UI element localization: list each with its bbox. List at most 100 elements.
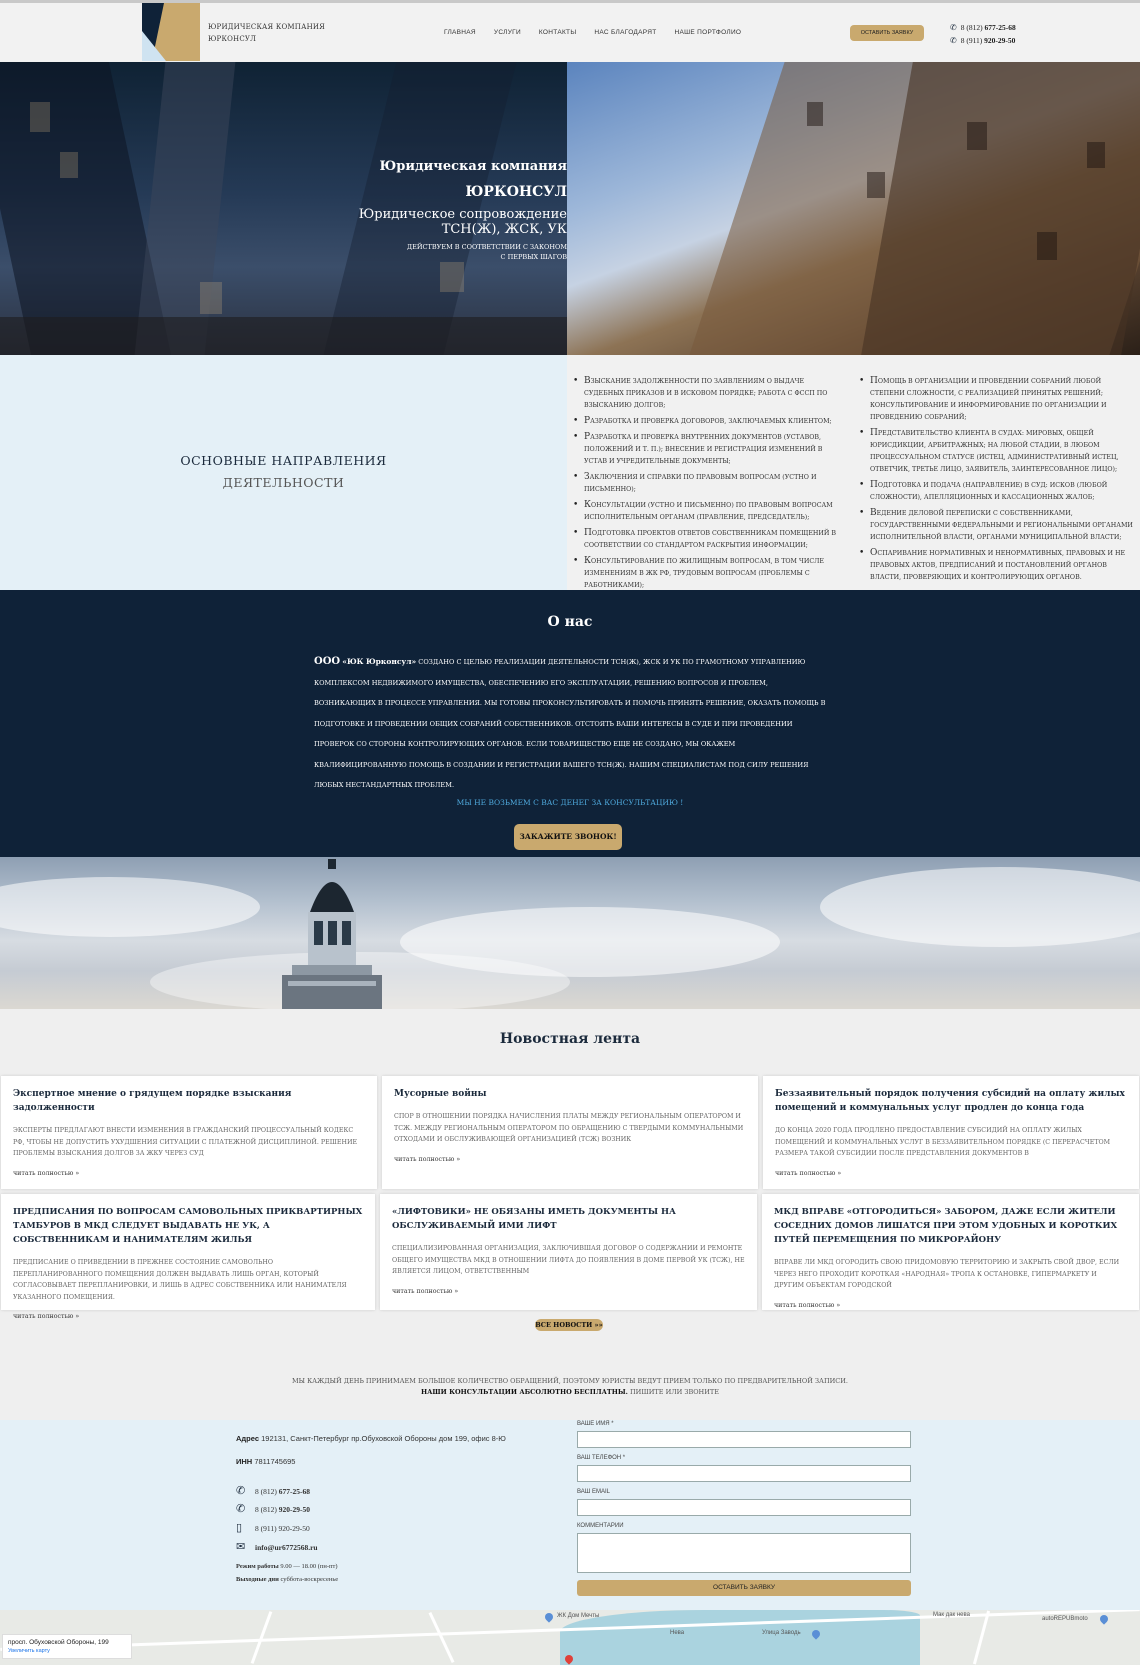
read-more-link[interactable]: читать полностью » [392, 1288, 745, 1295]
nav-home[interactable]: ГЛАВНАЯ [444, 29, 476, 36]
hero-banner: Юридическая компания ЮРКОНСУЛ Юридическо… [0, 62, 1140, 355]
news-card-title[interactable]: Экспертное мнение о грядущем порядке взы… [13, 1087, 365, 1115]
notice-line2: Наши консультации абсолютно бесплатны. П… [0, 1388, 1140, 1396]
map-label: ЖК Дом Мечты [557, 1613, 600, 1619]
email-field[interactable] [577, 1499, 911, 1516]
news-card-text: Предписание о приведении в прежнее состо… [13, 1259, 347, 1301]
list-item: Консультации (устно и письменно) по прав… [571, 499, 843, 524]
list-item: Консультирование по жилищным вопросам, в… [571, 555, 843, 592]
nav-portfolio[interactable]: НАШЕ ПОРТФОЛИО [675, 29, 742, 36]
news-card[interactable]: МКД вправе «отгородиться» забором, даже … [762, 1194, 1139, 1310]
nav-thanks[interactable]: НАС БЛАГОДАРЯТ [594, 29, 656, 36]
contact-phone-2[interactable]: ✆ 8 (812) 920-29-50 [236, 1502, 310, 1515]
inn-label: ИНН [236, 1457, 253, 1466]
contact-mobile[interactable]: ▯ 8 (911) 920-29-50 [236, 1521, 310, 1534]
comment-textarea[interactable] [577, 1533, 911, 1573]
logo-text-line2: ЮРКОНСУЛ [208, 35, 257, 43]
map-address: просп. Обуховской Обороны, 199 [8, 1639, 109, 1646]
directions-title-line2: ДЕЯТЕЛЬНОСТИ [222, 475, 345, 490]
hours-label: Режим работы [236, 1563, 279, 1570]
notice-line1: Мы каждый день принимаем большое количес… [291, 1377, 848, 1385]
enlarge-map-link[interactable]: Увеличить карту [8, 1648, 126, 1654]
phone-label: Ваш телефон * [577, 1455, 626, 1461]
map-pin-icon[interactable] [543, 1611, 555, 1623]
hours-value: 9.00 — 18.00 (пн-пт) [278, 1563, 338, 1570]
news-card-title[interactable]: Беззаявительный порядок получения субсид… [775, 1087, 1127, 1115]
about-body: создано с целью реализации деятельности … [314, 658, 826, 789]
submit-request-button[interactable]: оставить заявку [577, 1580, 911, 1596]
hero-subtitle: Юридическое сопровождение ТСН(Ж), ЖСК, У… [267, 207, 567, 237]
contact-phone-1-prefix: 8 (812) [255, 1487, 279, 1496]
road [972, 1610, 991, 1665]
list-item: Подготовка и подача (направление) в суд:… [857, 479, 1135, 504]
phone-field[interactable] [577, 1465, 911, 1482]
about-title: О нас [547, 614, 593, 630]
map-widget[interactable]: ЖК Дом Мечты Нева Улица Заводь Мак дак н… [0, 1610, 1140, 1665]
news-card-title[interactable]: МКД вправе «отгородиться» забором, даже … [774, 1205, 1127, 1247]
news-card[interactable]: Экспертное мнение о грядущем порядке взы… [1, 1076, 377, 1189]
name-label: Ваше имя * [577, 1421, 614, 1427]
mobile-phone-icon: ▯ [236, 1522, 243, 1534]
header-phone-1-prefix: 8 (812) [960, 23, 985, 32]
news-card-title[interactable]: «Лифтовики» не обязаны иметь документы н… [392, 1205, 745, 1233]
directions-title-line1: ОСНОВНЫЕ НАПРАВЛЕНИЯ [180, 453, 387, 468]
free-consultation-note: Мы не возьмем с вас денег за консультаци… [456, 798, 684, 807]
header-phone-1[interactable]: ✆ 8 (812) 677-25-68 [950, 21, 1016, 34]
map-label: autoREPUBmoto [1042, 1616, 1088, 1622]
name-field[interactable] [577, 1431, 911, 1448]
hero-subtitle-line2: ТСН(Ж), ЖСК, УК [441, 222, 567, 237]
news-card-text: Эксперты предлагают внести изменения в Г… [13, 1127, 358, 1157]
hero-title-line2: ЮРКОНСУЛ [465, 184, 567, 200]
header-request-button[interactable]: ОСТАВИТЬ ЗАЯВКУ [850, 25, 924, 41]
contact-phone-1[interactable]: ✆ 8 (812) 677-25-68 [236, 1484, 310, 1497]
header-phone-2-number: 920-29-50 [984, 36, 1016, 45]
address-label: Адрес [236, 1434, 260, 1443]
read-more-link[interactable]: читать полностью » [774, 1302, 1127, 1309]
contact-phone-1-number: 677-25-68 [278, 1487, 310, 1496]
list-item: Ведение деловой переписки с собственника… [857, 507, 1135, 544]
header-phone-2[interactable]: ✆ 8 (911) 920-29-50 [950, 34, 1016, 47]
email-label: Ваш email [577, 1489, 610, 1495]
list-item: Подготовка проектов ответов собственника… [571, 527, 843, 552]
news-card[interactable]: Беззаявительный порядок получения субсид… [763, 1076, 1139, 1189]
read-more-link[interactable]: читать полностью » [394, 1156, 746, 1163]
days-off: Выходные дни суббота-воскресенье [236, 1576, 338, 1583]
news-card-title[interactable]: Мусорные войны [394, 1087, 746, 1101]
road [428, 1611, 455, 1664]
inn-value: 7811745695 [252, 1457, 296, 1466]
read-more-link[interactable]: читать полностью » [13, 1170, 365, 1177]
header-phones: ✆ 8 (812) 677-25-68 ✆ 8 (911) 920-29-50 [950, 21, 1016, 47]
news-card[interactable]: «Лифтовики» не обязаны иметь документы н… [380, 1194, 757, 1310]
days-off-label: Выходные дни [236, 1576, 279, 1583]
list-item: Разработка и проверка внутренних докумен… [571, 431, 843, 468]
contact-email[interactable]: ✉ info@ur6772568.ru [236, 1540, 318, 1553]
header-phone-1-number: 677-25-68 [984, 23, 1016, 32]
nav-contacts[interactable]: КОНТАКТЫ [539, 29, 576, 36]
all-news-button[interactable]: все новости »» [535, 1319, 603, 1331]
days-off-value: суббота-воскресенье [278, 1576, 339, 1583]
news-card[interactable]: Предписания по вопросам самовольных прик… [1, 1194, 375, 1320]
logo-icon[interactable] [142, 3, 200, 61]
hero-tagline: действуем в соответствии с законом с пер… [407, 242, 567, 262]
news-card[interactable]: Мусорные войны Спор в отношении порядка … [382, 1076, 758, 1189]
directions-list-col2: Помощь в организации и проведении собран… [857, 375, 1135, 587]
read-more-link[interactable]: читать полностью » [13, 1313, 363, 1320]
hero-tagline-line2: с первых шагов [500, 253, 567, 261]
directions-list-col1: Взыскание задолженности по заявлениям о … [571, 375, 843, 595]
working-hours: Режим работы 9.00 — 18.00 (пн-пт) [236, 1563, 338, 1570]
phone-icon: ✆ [236, 1503, 246, 1515]
site-header: ЮРИДИЧЕСКАЯ КОМПАНИЯ ЮРКОНСУЛ ГЛАВНАЯ УС… [0, 0, 1140, 62]
map-pin-icon[interactable] [1098, 1613, 1110, 1625]
logo-text-line1: ЮРИДИЧЕСКАЯ КОМПАНИЯ [208, 23, 326, 31]
address-value: 192131, Санкт-Петербург пр.Обуховской Об… [259, 1434, 506, 1443]
list-item: Представительство клиента в судах: миров… [857, 427, 1135, 476]
order-call-button[interactable]: ЗАКАЖИТЕ ЗВОНОК! [514, 824, 622, 850]
read-more-link[interactable]: читать полностью » [775, 1170, 1127, 1177]
hero-tagline-line1: действуем в соответствии с законом [406, 243, 567, 251]
map-address-card: просп. Обуховской Обороны, 199 Увеличить… [2, 1634, 132, 1659]
hero-subtitle-line1: Юридическое сопровождение [358, 207, 567, 222]
header-phone-2-prefix: 8 (911) [960, 36, 985, 45]
nav-services[interactable]: УСЛУГИ [494, 29, 521, 36]
map-label: Нева [670, 1630, 685, 1636]
news-card-title[interactable]: Предписания по вопросам самовольных прик… [13, 1205, 363, 1247]
